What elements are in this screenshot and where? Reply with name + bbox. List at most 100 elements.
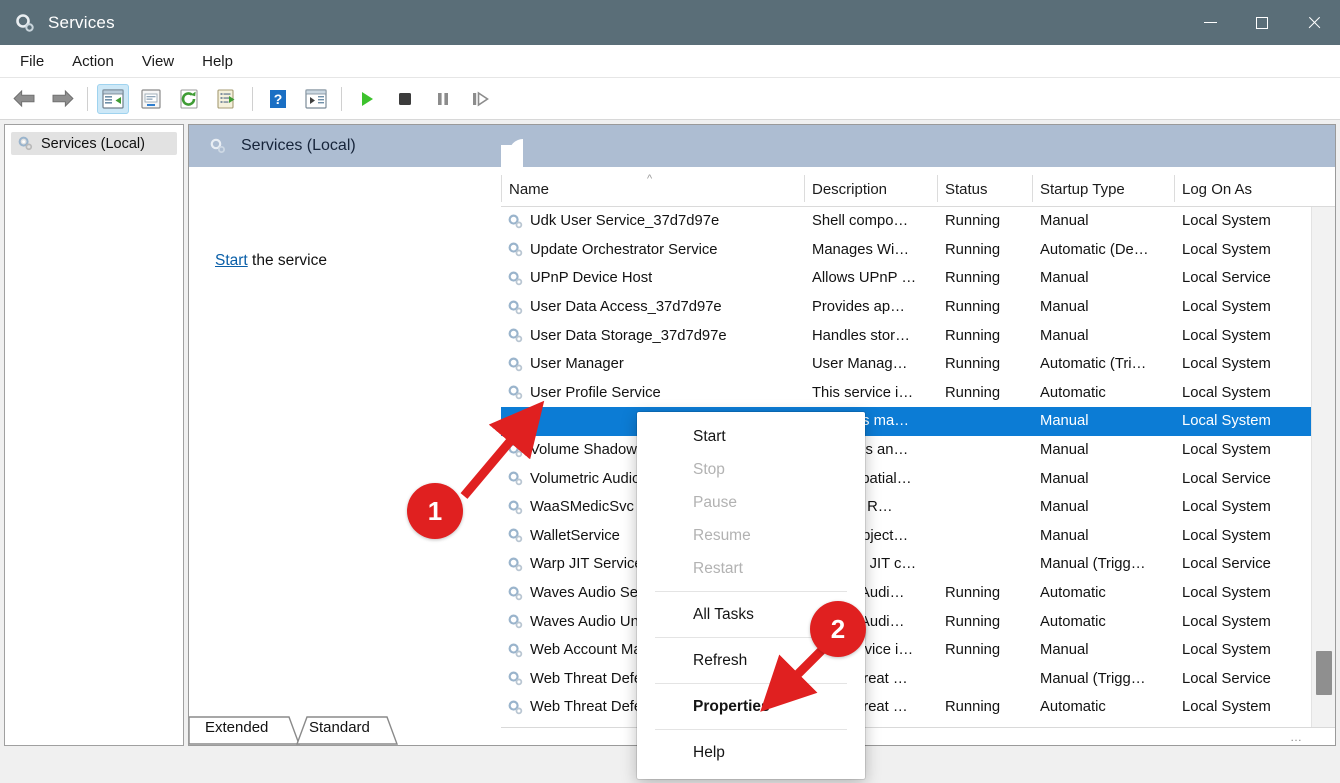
close-icon xyxy=(1307,16,1321,30)
vertical-scrollbar-thumb[interactable] xyxy=(1316,651,1332,695)
cell-status: Running xyxy=(945,270,1001,287)
start-service-link[interactable]: Start xyxy=(215,252,248,269)
table-row[interactable]: User Data Access_37d7d97e Provides ap… Run… xyxy=(501,293,1335,322)
table-row[interactable]: Waves Audio ServiceWaves Audi…RunningAut… xyxy=(501,579,1335,608)
details-pane-title: Services (Local) xyxy=(241,137,356,154)
tab-standard-label: Standard xyxy=(309,719,370,736)
help-button[interactable]: ? xyxy=(262,84,294,114)
maximize-icon xyxy=(1256,16,1268,29)
service-gear-icon xyxy=(507,327,524,344)
list-column-headers: ^ Name Description Status Startup Type L… xyxy=(501,167,1335,207)
table-row[interactable]: Web Account ManagerThis service i…Runnin… xyxy=(501,636,1335,665)
close-button[interactable] xyxy=(1288,0,1340,45)
cell-description: This service i… xyxy=(812,384,914,401)
tree-item-label: Services (Local) xyxy=(41,135,145,152)
column-header-log-on-as[interactable]: Log On As xyxy=(1182,181,1252,198)
service-name-label: UPnP Device Host xyxy=(530,270,653,287)
cell-startup-type: Manual (Trigg… xyxy=(1040,670,1146,687)
cell-name: User Profile Service xyxy=(507,384,661,401)
cell-status: Running xyxy=(945,299,1001,316)
cell-description: User Manag… xyxy=(812,356,908,373)
show-hide-console-tree-button[interactable] xyxy=(97,83,129,114)
service-name-label: Udk User Service_37d7d97e xyxy=(530,213,720,230)
context-menu-item-start[interactable]: Start xyxy=(637,420,865,453)
export-list-button[interactable] xyxy=(211,84,243,114)
table-row[interactable]: Udk User Service_37d7d97e Shell compo… Run… xyxy=(501,207,1335,236)
column-header-name[interactable]: Name xyxy=(509,181,549,198)
service-gear-icon xyxy=(507,699,524,716)
console-tree-icon xyxy=(102,88,124,109)
table-row[interactable]: Waves Audio Universal ServiceWaves Audi…… xyxy=(501,607,1335,636)
tab-extended[interactable]: Extended xyxy=(189,715,301,745)
cell-log-on-as: Local System xyxy=(1182,613,1271,630)
cell-name: Warp JIT Service xyxy=(507,556,643,573)
services-rows: Udk User Service_37d7d97e Shell compo… Run… xyxy=(501,207,1335,722)
cell-log-on-as: Local Service xyxy=(1182,670,1271,687)
column-header-status[interactable]: Status xyxy=(945,181,988,198)
menu-action[interactable]: Action xyxy=(58,49,128,74)
table-row[interactable]: User Data Storage_37d7d97e Handles stor… R… xyxy=(501,321,1335,350)
minimize-button[interactable] xyxy=(1184,0,1236,45)
cell-startup-type: Manual xyxy=(1040,299,1089,316)
export-list-icon xyxy=(217,88,235,109)
minimize-icon xyxy=(1203,22,1217,23)
back-button[interactable] xyxy=(8,84,40,114)
cell-log-on-as: Local System xyxy=(1182,699,1271,716)
properties-button[interactable] xyxy=(135,84,167,114)
table-row[interactable]: Volumetric Audio CompositorHosts spatial… xyxy=(501,464,1335,493)
table-row[interactable]: Volume Shadow CopyManages an…ManualLocal… xyxy=(501,436,1335,465)
cell-description: Handles stor… xyxy=(812,327,910,344)
service-gear-icon xyxy=(507,585,524,602)
context-menu-item-help[interactable]: Help xyxy=(637,736,865,769)
stop-service-button[interactable] xyxy=(389,84,421,114)
service-context-menu: Start Stop Pause Resume Restart All Tasks Refr… xyxy=(637,412,865,779)
tab-standard[interactable]: Standard xyxy=(293,715,403,745)
table-row[interactable]: UPnP Device Host Allows UPnP … Running Manu… xyxy=(501,264,1335,293)
tree-item-services-local[interactable]: Services (Local) xyxy=(11,132,177,155)
maximize-button[interactable] xyxy=(1236,0,1288,45)
cell-startup-type: Manual xyxy=(1040,413,1089,430)
cell-startup-type: Automatic xyxy=(1040,699,1106,716)
start-service-button[interactable] xyxy=(351,84,383,114)
menu-help[interactable]: Help xyxy=(188,49,247,74)
annotation-badge-1: 1 xyxy=(407,483,463,539)
selected-service-row[interactable]: Provides ma…ManualLocal System xyxy=(501,407,1313,436)
stop-icon xyxy=(399,92,411,105)
service-gear-icon xyxy=(507,556,524,573)
annotation-arrow-1 xyxy=(460,400,545,499)
menu-view[interactable]: View xyxy=(128,49,188,74)
cell-log-on-as: Local System xyxy=(1182,213,1271,230)
cell-description: Shell compo… xyxy=(812,213,909,230)
forward-button[interactable] xyxy=(46,84,78,114)
cell-log-on-as: Local System xyxy=(1182,499,1271,516)
service-gear-icon xyxy=(507,613,524,630)
table-row[interactable]: Update Orchestrator Service Manages Wi… Ru… xyxy=(501,236,1335,265)
service-gear-icon xyxy=(507,241,524,258)
menu-file[interactable]: File xyxy=(6,49,58,74)
column-header-startup-type[interactable]: Startup Type xyxy=(1040,181,1125,198)
cell-startup-type: Manual xyxy=(1040,527,1089,544)
table-row[interactable]: Web Threat Defense ServiceWeb Threat …Ma… xyxy=(501,665,1335,694)
context-menu-item-pause: Pause xyxy=(693,493,737,511)
service-name-label: Warp JIT Service xyxy=(530,556,643,573)
cell-startup-type: Automatic (Tri… xyxy=(1040,356,1147,373)
toolbar-separator-3 xyxy=(341,86,342,111)
table-row[interactable]: WalletServiceHosts object…ManualLocal Sy… xyxy=(501,522,1335,551)
cell-description: Manages Wi… xyxy=(812,241,910,258)
refresh-button[interactable] xyxy=(173,84,205,114)
title-bar: Services xyxy=(0,0,1340,45)
back-arrow-icon xyxy=(12,89,34,108)
table-row[interactable]: WaaSMedicSvcUsed to R…ManualLocal System xyxy=(501,493,1335,522)
table-row[interactable]: User Manager User Manag… Running Automatic … xyxy=(501,350,1335,379)
cell-log-on-as: Local System xyxy=(1182,585,1271,602)
table-row[interactable]: User Profile Service This service i… Runni… xyxy=(501,379,1335,408)
column-header-description[interactable]: Description xyxy=(812,181,887,198)
tab-extended-label: Extended xyxy=(205,719,269,736)
show-action-pane-button[interactable] xyxy=(300,84,332,114)
table-row[interactable]: Warp JIT ServiceEnables JIT c…Manual (Tr… xyxy=(501,550,1335,579)
vertical-scrollbar[interactable] xyxy=(1311,207,1335,727)
pause-service-button[interactable] xyxy=(427,84,459,114)
cell-log-on-as: Local Service xyxy=(1182,470,1271,487)
pane-corner-decoration xyxy=(501,125,523,167)
restart-service-button[interactable] xyxy=(465,84,497,114)
